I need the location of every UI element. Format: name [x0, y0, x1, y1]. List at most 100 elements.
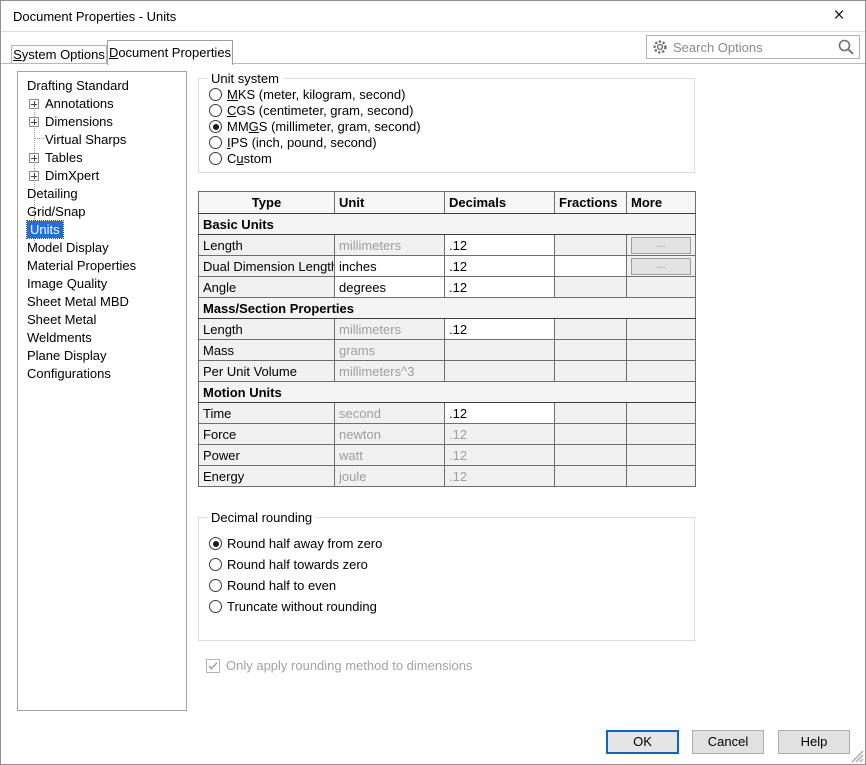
resize-grip[interactable] [848, 747, 864, 763]
tab-document-properties-label: ocument Properties [118, 45, 231, 60]
cell-type: Per Unit Volume [199, 361, 335, 382]
cell-decimals [445, 361, 555, 382]
tree-item-sheet-metal-mbd[interactable]: Sheet Metal MBD [18, 293, 186, 311]
cell-type: Power [199, 445, 335, 466]
tree-item-virtual-sharps[interactable]: Virtual Sharps [18, 131, 186, 149]
cell-fractions[interactable] [555, 256, 627, 277]
tree-item-label: Dimensions [45, 114, 113, 129]
radio-cgs[interactable]: CGS (centimeter, gram, second) [209, 103, 413, 118]
unit-system-group: Unit system MKS (meter, kilogram, second… [198, 78, 695, 173]
cell-unit[interactable]: degrees [335, 277, 445, 298]
cell-more [627, 277, 696, 298]
cell-unit: second [335, 403, 445, 424]
cell-more [627, 319, 696, 340]
tree-item-material-properties[interactable]: Material Properties [18, 257, 186, 275]
title-bar: Document Properties - Units × [1, 1, 865, 32]
section-title: Basic Units [199, 214, 696, 235]
expand-plus-icon[interactable] [29, 117, 39, 127]
radio-icon [209, 88, 222, 101]
radio-ips[interactable]: IPS (inch, pound, second) [209, 135, 377, 150]
radio-label: Custom [227, 151, 272, 166]
tree-item-label: Tables [45, 150, 83, 165]
tree-item-sheet-metal[interactable]: Sheet Metal [18, 311, 186, 329]
tree-item-weldments[interactable]: Weldments [18, 329, 186, 347]
tree-item-dimxpert[interactable]: DimXpert [18, 167, 186, 185]
cell-unit[interactable]: inches [335, 256, 445, 277]
radio-truncate[interactable]: Truncate without rounding [209, 599, 377, 614]
tree-item-label: Configurations [27, 366, 111, 381]
ok-button[interactable]: OK [606, 730, 679, 754]
radio-label: MMGS (millimeter, gram, second) [227, 119, 421, 134]
more-button[interactable]: ... [631, 258, 691, 275]
radio-round-half-towards[interactable]: Round half towards zero [209, 557, 368, 572]
cell-unit: millimeters^3 [335, 361, 445, 382]
tree-item-dimensions[interactable]: Dimensions [18, 113, 186, 131]
cell-unit: watt [335, 445, 445, 466]
radio-label: IPS (inch, pound, second) [227, 135, 377, 150]
cell-more [627, 445, 696, 466]
header-type: Type [199, 192, 335, 214]
tree-item-detailing[interactable]: Detailing [18, 185, 186, 203]
cell-fractions [555, 445, 627, 466]
tree-item-units[interactable]: Units [18, 221, 186, 239]
more-button[interactable]: ... [631, 237, 691, 254]
table-header-row: Type Unit Decimals Fractions More [199, 192, 696, 214]
radio-mmgs[interactable]: MMGS (millimeter, gram, second) [209, 119, 421, 134]
tree-item-label: Image Quality [27, 276, 107, 291]
tree-item-configurations[interactable]: Configurations [18, 365, 186, 383]
cell-decimals[interactable]: .12 [445, 319, 555, 340]
cell-type: Dual Dimension Length [199, 256, 335, 277]
tree-item-label: Grid/Snap [27, 204, 86, 219]
close-icon[interactable]: × [823, 4, 855, 28]
units-table: Type Unit Decimals Fractions More Basic … [198, 191, 696, 487]
tree-item-label: Model Display [27, 240, 109, 255]
tree-item-label: Plane Display [27, 348, 107, 363]
cell-decimals: .12 [445, 466, 555, 487]
tree-item-label: Sheet Metal MBD [27, 294, 129, 309]
rounding-method-checkbox: Only apply rounding method to dimensions [206, 658, 472, 673]
radio-selected-icon [209, 120, 222, 133]
tree-item-annotations[interactable]: Annotations [18, 95, 186, 113]
help-button[interactable]: Help [778, 730, 850, 754]
cell-decimals[interactable]: .12 [445, 256, 555, 277]
tree-item-image-quality[interactable]: Image Quality [18, 275, 186, 293]
cell-more: ... [627, 235, 696, 256]
expand-plus-icon[interactable] [29, 99, 39, 109]
tree-item-tables[interactable]: Tables [18, 149, 186, 167]
cancel-button[interactable]: Cancel [692, 730, 764, 754]
expand-plus-icon[interactable] [29, 171, 39, 181]
radio-label: Round half to even [227, 578, 336, 593]
decimal-rounding-title: Decimal rounding [207, 510, 316, 525]
tab-system-options[interactable]: System Options [11, 45, 107, 63]
radio-icon [209, 152, 222, 165]
radio-mks[interactable]: MKS (meter, kilogram, second) [209, 87, 405, 102]
tree-item-label: Annotations [45, 96, 114, 111]
radio-icon [209, 558, 222, 571]
radio-round-half-even[interactable]: Round half to even [209, 578, 336, 593]
expand-plus-icon[interactable] [29, 153, 39, 163]
radio-selected-icon [209, 537, 222, 550]
cell-decimals[interactable]: .12 [445, 277, 555, 298]
table-row: Dual Dimension Length inches .12 ... [199, 256, 696, 277]
tree-item-grid-snap[interactable]: Grid/Snap [18, 203, 186, 221]
radio-icon [209, 579, 222, 592]
radio-round-half-away[interactable]: Round half away from zero [209, 536, 382, 551]
search-input[interactable]: Search Options [646, 35, 860, 59]
cell-fractions [555, 403, 627, 424]
cell-fractions [555, 340, 627, 361]
cell-more: ... [627, 256, 696, 277]
table-row: Angle degrees .12 [199, 277, 696, 298]
tab-system-options-label: ystem Options [22, 47, 105, 62]
search-icon[interactable] [837, 38, 855, 56]
cell-decimals[interactable]: .12 [445, 235, 555, 256]
tree-item-plane-display[interactable]: Plane Display [18, 347, 186, 365]
radio-custom[interactable]: Custom [209, 151, 272, 166]
cell-fractions [555, 235, 627, 256]
tree-item-drafting-standard[interactable]: Drafting Standard [18, 77, 186, 95]
cell-decimals: .12 [445, 445, 555, 466]
tab-document-properties[interactable]: Document Properties [107, 40, 233, 65]
tree-item-label: Drafting Standard [27, 78, 129, 93]
cell-decimals[interactable]: .12 [445, 403, 555, 424]
tree-item-model-display[interactable]: Model Display [18, 239, 186, 257]
cell-type: Angle [199, 277, 335, 298]
